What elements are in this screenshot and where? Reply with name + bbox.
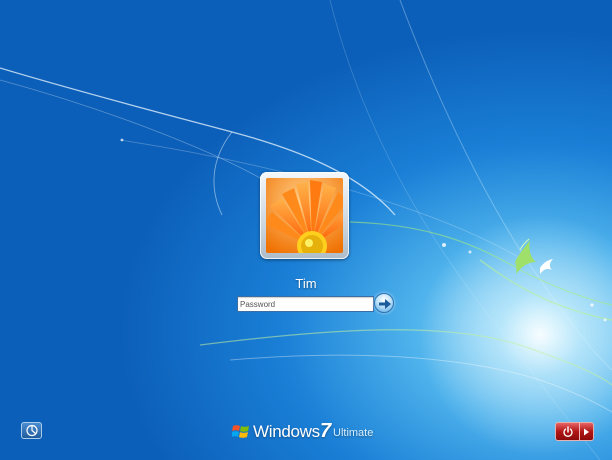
triangle-right-icon (584, 428, 589, 435)
power-controls (555, 422, 594, 441)
user-avatar[interactable] (260, 172, 349, 259)
password-input[interactable] (237, 296, 374, 312)
username-label: Tim (295, 276, 317, 291)
shutdown-button[interactable] (556, 423, 580, 440)
shutdown-options-button[interactable] (580, 423, 593, 440)
windows-version: 7 (320, 420, 332, 442)
windows-edition: Ultimate (333, 427, 374, 439)
windows-wordmark: Windows (253, 422, 320, 441)
windows-flag-icon (232, 425, 249, 438)
ease-of-access-button[interactable] (21, 422, 42, 439)
avatar-picture (266, 178, 343, 253)
arrow-right-icon (379, 299, 391, 309)
submit-login-button[interactable] (374, 293, 394, 313)
ease-of-access-icon (25, 424, 38, 437)
power-icon (562, 425, 573, 437)
